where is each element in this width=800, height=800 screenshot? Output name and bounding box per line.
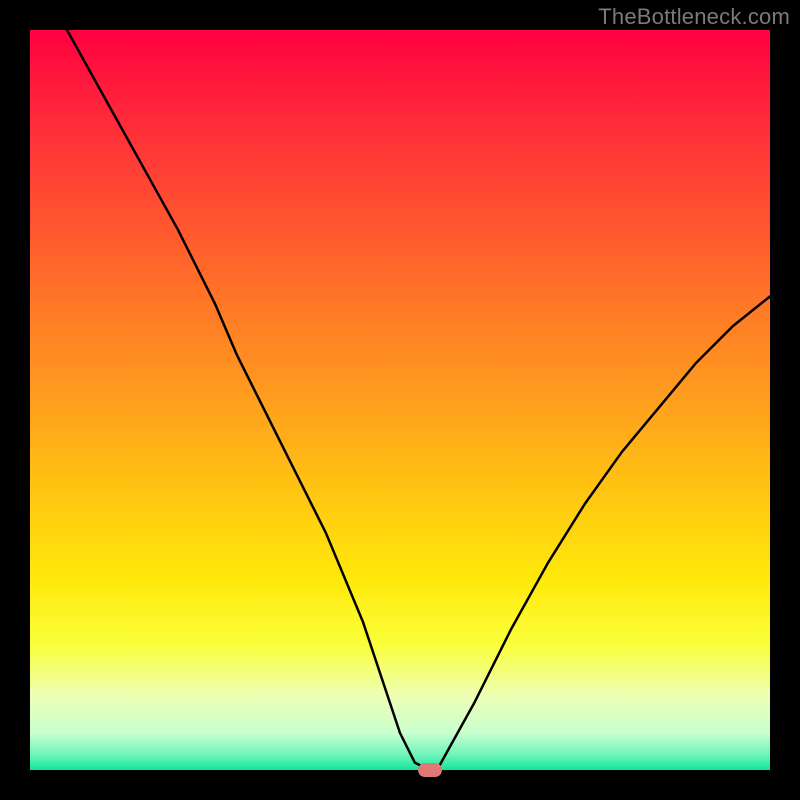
curve-svg — [30, 30, 770, 770]
bottleneck-curve — [67, 30, 770, 770]
chart-frame: TheBottleneck.com — [0, 0, 800, 800]
plot-area — [30, 30, 770, 770]
minimum-marker — [418, 763, 442, 777]
watermark-text: TheBottleneck.com — [598, 4, 790, 30]
